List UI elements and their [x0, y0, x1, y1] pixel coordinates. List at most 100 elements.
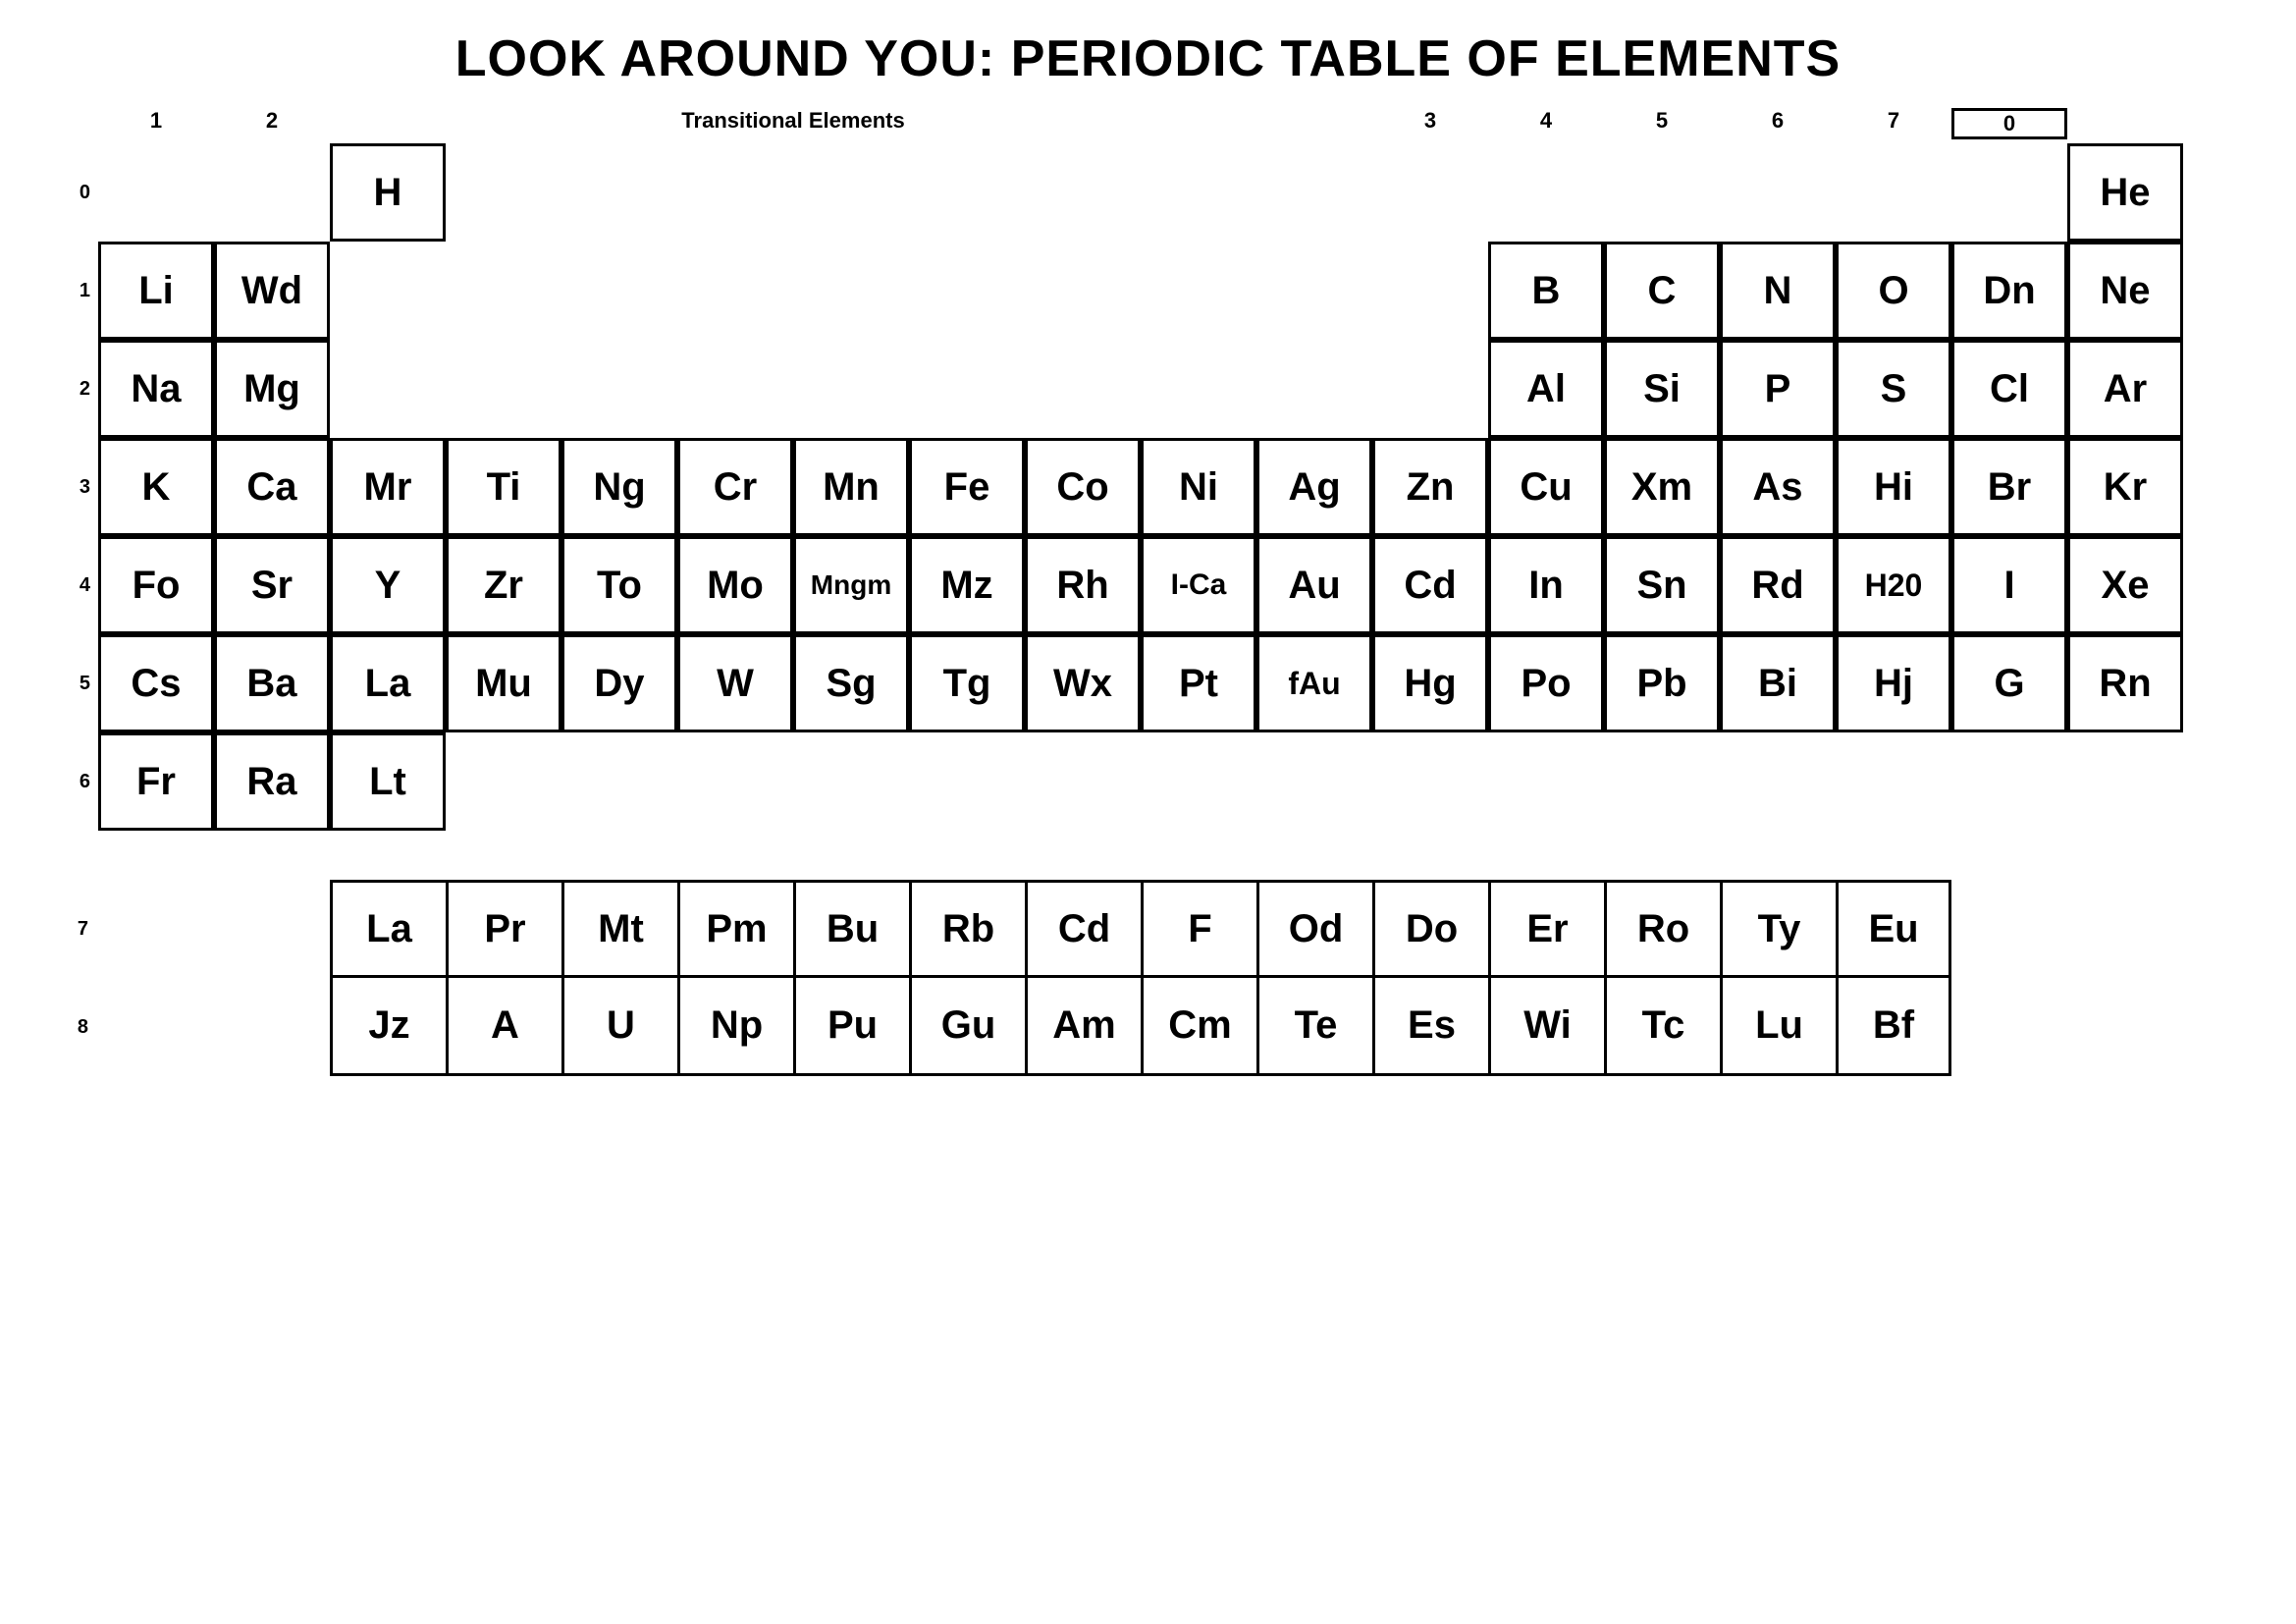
element-Cr: Cr: [677, 438, 793, 536]
element-G: G: [1951, 634, 2067, 732]
element-Pt: Pt: [1141, 634, 1256, 732]
element-Rh: Rh: [1025, 536, 1141, 634]
element-Hj: Hj: [1836, 634, 1951, 732]
element-Hi: Hi: [1836, 438, 1951, 536]
element-Na: Na: [98, 340, 214, 438]
lower-row-label-8: 8: [39, 978, 98, 1076]
col-header-6: 6: [1720, 108, 1836, 139]
element-Rd: Rd: [1720, 536, 1836, 634]
element-Pu: Pu: [793, 978, 909, 1076]
element-Do: Do: [1372, 880, 1488, 978]
element-Hg: Hg: [1372, 634, 1488, 732]
element-Te: Te: [1256, 978, 1372, 1076]
element-As: As: [1720, 438, 1836, 536]
element-P: P: [1720, 340, 1836, 438]
transitional-label: Transitional Elements: [330, 108, 1256, 134]
element-Od: Od: [1256, 880, 1372, 978]
element-Ng: Ng: [561, 438, 677, 536]
element-Po: Po: [1488, 634, 1604, 732]
periodic-table: 1 2 Transitional Elements 3 4 5 6 7 0 0 …: [39, 108, 2257, 1076]
element-Cd-lower: Cd: [1025, 880, 1141, 978]
lower-row-label-7: 7: [39, 880, 98, 978]
element-W: W: [677, 634, 793, 732]
element-Zn: Zn: [1372, 438, 1488, 536]
element-Xm: Xm: [1604, 438, 1720, 536]
element-Zr: Zr: [446, 536, 561, 634]
col-header-2: 2: [214, 108, 330, 139]
element-H20: H20: [1836, 536, 1951, 634]
element-Rb: Rb: [909, 880, 1025, 978]
element-Dy: Dy: [561, 634, 677, 732]
element-Ro: Ro: [1604, 880, 1720, 978]
element-Ty: Ty: [1720, 880, 1836, 978]
element-Ni: Ni: [1141, 438, 1256, 536]
element-Cs: Cs: [98, 634, 214, 732]
row-label-4: 4: [39, 574, 98, 597]
element-Au: Au: [1256, 536, 1372, 634]
col-header-5: 5: [1604, 108, 1720, 139]
element-Fe: Fe: [909, 438, 1025, 536]
element-Kr: Kr: [2067, 438, 2183, 536]
element-To: To: [561, 536, 677, 634]
element-Tc: Tc: [1604, 978, 1720, 1076]
element-I: I: [1951, 536, 2067, 634]
col-header-3: 3: [1372, 108, 1488, 139]
element-B: B: [1488, 242, 1604, 340]
col-header-7: 7: [1836, 108, 1951, 139]
page-title: LOOK AROUND YOU: PERIODIC TABLE OF ELEME…: [39, 29, 2257, 88]
element-Si: Si: [1604, 340, 1720, 438]
element-Eu: Eu: [1836, 880, 1951, 978]
element-Mu: Mu: [446, 634, 561, 732]
element-Mngm: Mngm: [793, 536, 909, 634]
element-Ba: Ba: [214, 634, 330, 732]
row-label-2: 2: [39, 378, 98, 401]
row-label-1: 1: [39, 280, 98, 302]
element-Ti: Ti: [446, 438, 561, 536]
element-N: N: [1720, 242, 1836, 340]
element-Ra: Ra: [214, 732, 330, 831]
element-Br: Br: [1951, 438, 2067, 536]
element-S: S: [1836, 340, 1951, 438]
element-Es: Es: [1372, 978, 1488, 1076]
element-Mr: Mr: [330, 438, 446, 536]
element-F: F: [1141, 880, 1256, 978]
element-Y: Y: [330, 536, 446, 634]
col-header-4: 4: [1488, 108, 1604, 139]
element-Wi: Wi: [1488, 978, 1604, 1076]
element-Mz: Mz: [909, 536, 1025, 634]
element-H: H: [330, 143, 446, 242]
element-A: A: [446, 978, 561, 1076]
element-Mn: Mn: [793, 438, 909, 536]
element-Cm: Cm: [1141, 978, 1256, 1076]
element-K: K: [98, 438, 214, 536]
element-In: In: [1488, 536, 1604, 634]
element-Bf: Bf: [1836, 978, 1951, 1076]
element-U: U: [561, 978, 677, 1076]
element-Mg: Mg: [214, 340, 330, 438]
element-I-Ca: I-Ca: [1141, 536, 1256, 634]
element-He: He: [2067, 143, 2183, 242]
element-Cd: Cd: [1372, 536, 1488, 634]
row-label-5: 5: [39, 673, 98, 695]
element-Li: Li: [98, 242, 214, 340]
element-Tg: Tg: [909, 634, 1025, 732]
element-Gu: Gu: [909, 978, 1025, 1076]
element-La: La: [330, 634, 446, 732]
element-Cl: Cl: [1951, 340, 2067, 438]
element-Al: Al: [1488, 340, 1604, 438]
element-Cu: Cu: [1488, 438, 1604, 536]
element-Dn: Dn: [1951, 242, 2067, 340]
element-Wx: Wx: [1025, 634, 1141, 732]
element-Lu: Lu: [1720, 978, 1836, 1076]
row-label-6: 6: [39, 771, 98, 793]
element-Fo: Fo: [98, 536, 214, 634]
element-Pm: Pm: [677, 880, 793, 978]
col-header-0: 0: [1951, 108, 2067, 139]
element-fAu: fAu: [1256, 634, 1372, 732]
element-Mt: Mt: [561, 880, 677, 978]
element-Jz: Jz: [330, 978, 446, 1076]
element-Mo: Mo: [677, 536, 793, 634]
element-Ag: Ag: [1256, 438, 1372, 536]
element-Ne: Ne: [2067, 242, 2183, 340]
element-C: C: [1604, 242, 1720, 340]
